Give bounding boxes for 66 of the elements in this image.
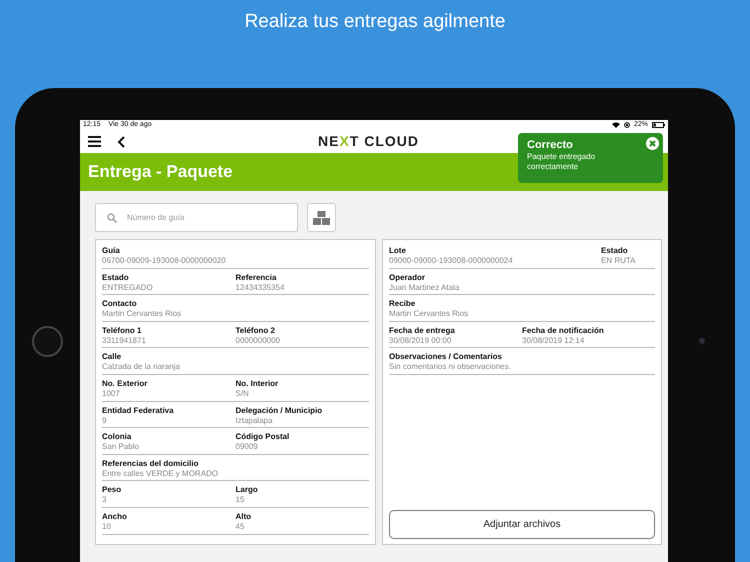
- headline: Realiza tus entregas agilmente: [244, 10, 506, 34]
- field-value: Iztapalapa: [236, 416, 274, 426]
- page-title: Entrega - Paquete: [88, 161, 233, 184]
- camera-dot: [698, 338, 704, 344]
- logo: NEXT CLOUD: [318, 132, 420, 151]
- field-value: S/N: [236, 388, 250, 399]
- field-value: Martin Cervantes Rios: [102, 309, 182, 320]
- field-label: Contacto: [102, 299, 138, 310]
- field-value: 45: [236, 522, 246, 532]
- field-label: Calle: [102, 352, 122, 362]
- rotation-lock-icon: [624, 122, 630, 128]
- field-value: 12434335354: [236, 282, 286, 293]
- field-value: 1007: [102, 388, 121, 399]
- field-value: 09009: [236, 442, 259, 452]
- packages-button[interactable]: [307, 203, 336, 232]
- field-value: 09000-09000-193008-0000000024: [389, 256, 514, 266]
- battery-icon: [652, 122, 665, 128]
- field-label: Estado: [601, 246, 629, 256]
- search-field[interactable]: Número de guía: [95, 203, 298, 232]
- field-label: Estado: [102, 272, 130, 283]
- field-value: Calzada de la naranja: [102, 362, 181, 372]
- field-label: Teléfono 1: [102, 326, 142, 336]
- field-label: Recibe: [389, 299, 416, 310]
- field-value: 30/08/2019 00:00: [389, 336, 452, 346]
- field-value: Martin Cervantes Rios: [389, 309, 470, 320]
- field-label: Fecha de notificación: [522, 326, 605, 336]
- field-value: 9: [102, 416, 108, 426]
- field-value: Entre calles VERDE y MORADO: [102, 468, 220, 479]
- field-label: Largo: [236, 485, 259, 496]
- wifi-icon: [612, 122, 620, 128]
- field-label: Guía: [102, 246, 121, 256]
- field-value: 3: [102, 495, 108, 506]
- field-label: Fecha de entrega: [389, 326, 456, 336]
- field-label: Lote: [389, 246, 407, 256]
- field-value: 0000000000: [236, 336, 281, 346]
- field-label: No. Interior: [236, 378, 280, 389]
- field-value: 10: [102, 522, 112, 532]
- menu-icon[interactable]: [88, 136, 101, 147]
- field-value: 3311941871: [102, 336, 147, 346]
- field-label: Colonia: [102, 432, 132, 442]
- field-label: Referencia: [236, 272, 278, 283]
- field-value: ENTREGADO: [102, 282, 154, 293]
- field-value: 06700-09009-193008-0000000020: [102, 256, 227, 266]
- field-value: 15: [236, 495, 246, 506]
- attach-files-button[interactable]: Adjuntar archivos: [389, 510, 655, 539]
- field-label: Código Postal: [236, 432, 290, 442]
- close-icon[interactable]: [646, 137, 659, 150]
- field-value: Sin comentarios ni observaciones.: [389, 362, 512, 372]
- field-label: Ancho: [102, 512, 128, 522]
- field-value: EN RUTA: [601, 256, 637, 266]
- field-label: Entidad Federativa: [102, 406, 175, 416]
- toast-message: Paquete entregado correctamente: [527, 152, 596, 172]
- field-label: No. Exterior: [102, 378, 148, 389]
- field-label: Teléfono 2: [236, 326, 276, 336]
- field-label: Delegación / Municipio: [236, 406, 324, 416]
- boxes-icon: [313, 210, 330, 224]
- field-label: Peso: [102, 485, 122, 496]
- field-value: 30/08/2019 12:14: [522, 336, 586, 346]
- field-label: Observaciones / Comentarios: [389, 352, 503, 362]
- field-label: Operador: [389, 272, 426, 283]
- back-icon[interactable]: [117, 136, 125, 148]
- field-label: Referencias del domicilio: [102, 458, 200, 469]
- field-label: Alto: [236, 512, 252, 522]
- field-value: Juan Martinez Atala: [389, 282, 460, 293]
- toast-title: Correcto: [527, 139, 574, 152]
- field-value: San Pablo: [102, 442, 140, 452]
